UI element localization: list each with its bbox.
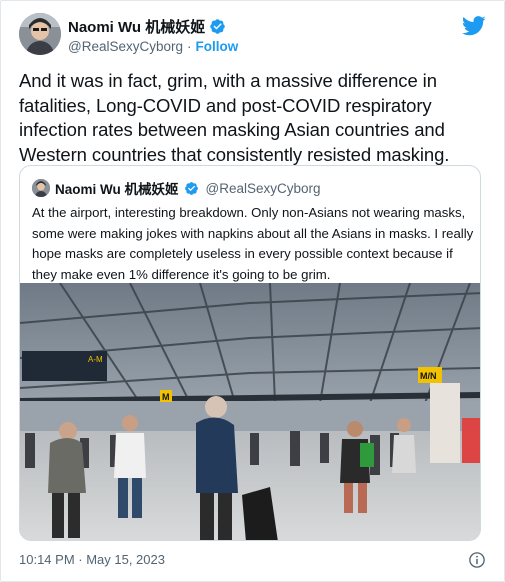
quoted-author-avatar	[32, 179, 50, 197]
photo-sign-m: M	[162, 392, 170, 402]
follow-button[interactable]: Follow	[196, 39, 239, 54]
tweet-text: And it was in fact, grim, with a massive…	[19, 70, 450, 165]
tweet-header: Naomi Wu 机械妖姬 @RealSexyCyborg · Follow	[19, 13, 490, 57]
tweet-embed-card: Naomi Wu 机械妖姬 @RealSexyCyborg · Follow A…	[0, 0, 505, 582]
photo-sign-mn: M/N	[420, 371, 437, 381]
tweet-timestamp[interactable]: 10:14 PM · May 15, 2023	[19, 552, 165, 567]
quoted-author-handle: @RealSexyCyborg	[205, 180, 321, 196]
verified-badge-icon	[210, 19, 225, 34]
verified-badge-icon	[184, 181, 198, 195]
quoted-author-name: Naomi Wu 机械妖姬	[55, 182, 179, 197]
tweet-footer: 10:14 PM · May 15, 2023	[19, 551, 486, 571]
info-icon[interactable]	[468, 551, 486, 569]
author-handle[interactable]: @RealSexyCyborg	[68, 39, 183, 54]
author-avatar[interactable]	[19, 13, 61, 55]
author-display-name[interactable]: Naomi Wu 机械妖姬	[68, 16, 205, 37]
handle-separator: ·	[187, 39, 192, 54]
quoted-tweet-text: At the airport, interesting breakdown. O…	[32, 205, 474, 282]
photo-sign-am: A-M	[88, 355, 103, 364]
airport-photo[interactable]: A-M M/N M	[20, 283, 481, 541]
twitter-bird-icon[interactable]	[462, 16, 486, 36]
quoted-tweet[interactable]: Naomi Wu 机械妖姬 @RealSexyCyborg At the air…	[19, 165, 481, 541]
